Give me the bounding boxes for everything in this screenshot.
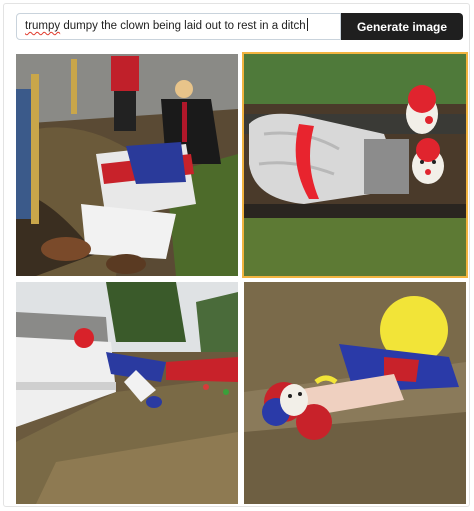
result-image-2-picture xyxy=(244,54,466,276)
image-generator-panel: trumpy dumpy the clown being laid out to… xyxy=(3,3,470,507)
generate-image-button[interactable]: Generate image xyxy=(341,13,463,40)
prompt-text: dumpy the clown being laid out to rest i… xyxy=(60,20,306,32)
result-image-3[interactable] xyxy=(16,282,238,504)
text-caret xyxy=(306,18,308,31)
result-image-4-picture xyxy=(244,282,466,504)
result-image-4[interactable] xyxy=(244,282,466,504)
spellcheck-flagged-word[interactable]: trumpy xyxy=(25,20,60,32)
result-image-1-picture xyxy=(16,54,238,276)
result-image-3-picture xyxy=(16,282,238,504)
result-image-2[interactable] xyxy=(242,52,468,278)
result-image-1[interactable] xyxy=(16,54,238,276)
prompt-input[interactable]: trumpy dumpy the clown being laid out to… xyxy=(16,13,341,40)
